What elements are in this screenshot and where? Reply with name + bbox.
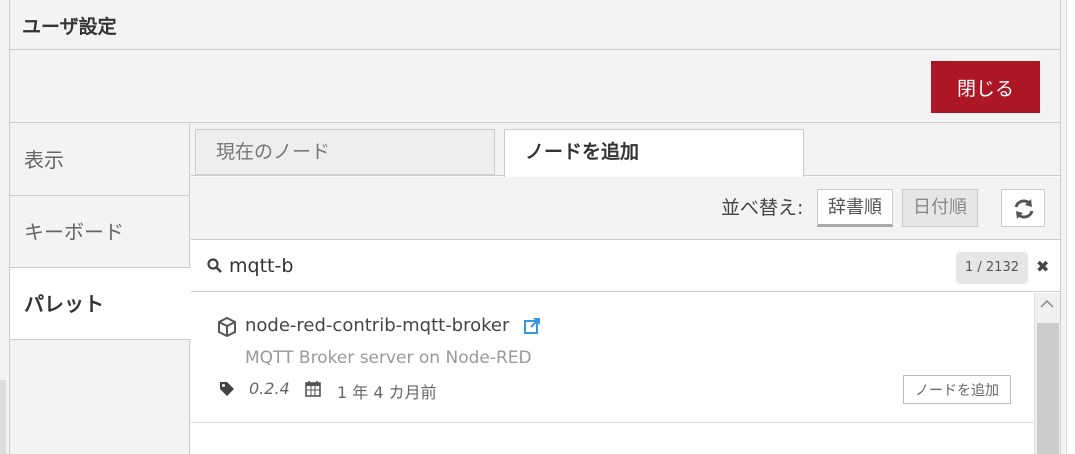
sort-date-button[interactable]: 日付順: [902, 189, 978, 227]
settings-sidebar: 表示 キーボード パレット: [10, 124, 191, 454]
install-node-button[interactable]: ノードを追加: [903, 375, 1011, 404]
tab-current-nodes[interactable]: 現在のノード: [195, 129, 495, 175]
search-input[interactable]: [229, 251, 929, 281]
search-result-count: 1 / 2132: [956, 252, 1028, 284]
results-scrollbar[interactable]: [1034, 293, 1060, 454]
palette-panel: 現在のノード ノードを追加 並べ替え: 辞書順 日付順 1 / 2: [191, 124, 1060, 454]
sort-bar: 並べ替え: 辞書順 日付順: [191, 177, 1060, 240]
sidebar-item-palette[interactable]: パレット: [10, 268, 191, 340]
search-results-list: node-red-contrib-mqtt-broker MQTT Broker…: [191, 293, 1034, 454]
tag-icon: [220, 382, 234, 396]
refresh-icon: [1014, 199, 1034, 219]
calendar-icon: [305, 381, 321, 397]
chevron-up-icon[interactable]: [1040, 299, 1054, 309]
sort-alphabetical-button[interactable]: 辞書順: [817, 189, 893, 227]
list-item: node-red-contrib-mqtt-broker MQTT Broker…: [191, 293, 1034, 423]
clear-search-icon[interactable]: ✖: [1036, 257, 1049, 276]
dialog-buttonbar: 閉じる: [10, 51, 1060, 123]
sort-label: 並べ替え:: [721, 197, 804, 219]
sidebar-item-view[interactable]: 表示: [10, 124, 190, 196]
scrollbar-thumb[interactable]: [1037, 323, 1059, 454]
close-button[interactable]: 閉じる: [931, 61, 1040, 113]
package-icon: [218, 317, 236, 337]
tab-install[interactable]: ノードを追加: [504, 129, 804, 177]
search-icon: [207, 258, 222, 273]
search-bar: 1 / 2132 ✖: [191, 241, 1060, 292]
node-version: 0.2.4: [249, 379, 290, 398]
palette-tabbar: 現在のノード ノードを追加: [191, 124, 1060, 177]
window-right-edge: [1066, 0, 1075, 454]
dialog-titlebar: ユーザ設定: [10, 0, 1060, 50]
window-edge: [0, 380, 6, 454]
node-description: MQTT Broker server on Node-RED: [245, 348, 532, 368]
settings-dialog: ユーザ設定 閉じる 表示 キーボード パレット 現在のノード ノードを追加 並べ…: [9, 0, 1061, 454]
node-name: node-red-contrib-mqtt-broker: [245, 315, 510, 336]
dialog-title: ユーザ設定: [22, 16, 117, 38]
sidebar-item-keyboard[interactable]: キーボード: [10, 196, 190, 268]
node-updated: 1 年 4 カ月前: [337, 383, 437, 402]
external-link-icon[interactable]: [523, 317, 541, 335]
refresh-button[interactable]: [1001, 189, 1045, 227]
